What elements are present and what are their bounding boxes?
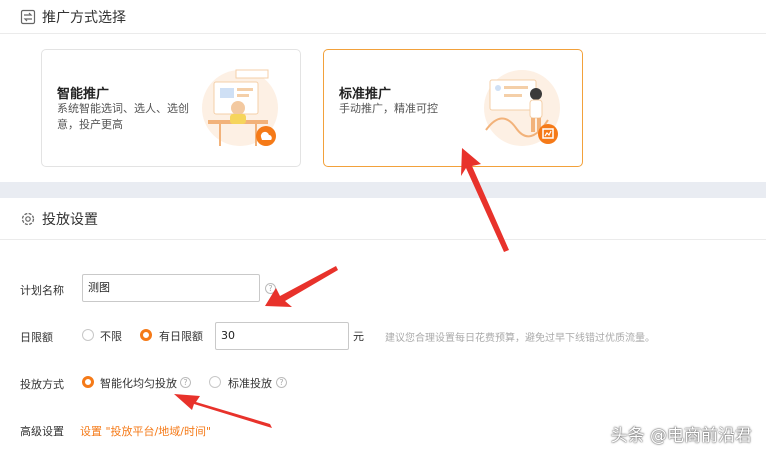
currency-unit: 元 [353, 330, 364, 343]
help-icon[interactable]: ? [180, 377, 191, 388]
help-icon[interactable]: ? [276, 377, 287, 388]
card-description: 系统智能选词、选人、选创意，投产更高 [57, 102, 189, 131]
radio-smart-even-label: 智能化均匀投放 [100, 377, 177, 390]
section-header-delivery-settings: 投放设置 [0, 198, 766, 240]
radio-daily-limit[interactable] [140, 329, 152, 341]
radio-standard-delivery-label: 标准投放 [228, 377, 272, 390]
daily-limit-input[interactable]: 30 [215, 322, 349, 350]
delivery-mode-label: 投放方式 [20, 378, 64, 391]
card-title: 智能推广 [57, 87, 110, 102]
standard-promotion-illustration [484, 70, 560, 146]
smart-promotion-illustration [202, 69, 278, 146]
smart-promotion-card[interactable]: 智能推广 系统智能选词、选人、选创意，投产更高 [41, 49, 301, 167]
plan-name-label: 计划名称 [20, 284, 64, 297]
section-divider [0, 182, 766, 198]
form-row-delivery-mode: 投放方式 智能化均匀投放 ? 标准投放 ? [0, 373, 766, 393]
plan-name-input[interactable]: 测图 [82, 274, 260, 302]
help-icon[interactable]: ? [265, 283, 276, 294]
radio-smart-even[interactable] [82, 376, 94, 388]
advanced-settings-label: 高级设置 [20, 425, 64, 438]
section-title: 推广方式选择 [42, 9, 126, 26]
budget-hint: 建议您合理设置每日花费预算，避免过早下线错过优质流量。 [385, 333, 655, 344]
form-row-daily-limit: 日限额 不限 有日限额 30 元 建议您合理设置每日花费预算，避免过早下线错过优… [0, 321, 766, 351]
watermark: 头条 @电商前沿君 [610, 426, 752, 446]
advanced-settings-link[interactable]: 设置 "投放平台/地域/时间" [80, 423, 211, 439]
radio-unlimited-label: 不限 [100, 330, 122, 343]
daily-limit-label: 日限额 [20, 331, 53, 344]
radio-standard-delivery[interactable] [209, 376, 221, 388]
radio-daily-limit-label: 有日限额 [159, 330, 203, 343]
standard-promotion-card[interactable]: 标准推广 手动推广，精准可控 [323, 49, 583, 167]
section-title: 投放设置 [42, 211, 98, 228]
gear-icon [21, 212, 35, 225]
section-header-promotion-mode: 推广方式选择 [0, 0, 766, 34]
form-row-plan-name: 计划名称 测图 ? [0, 274, 766, 304]
card-description: 手动推广，精准可控 [339, 102, 438, 115]
card-title: 标准推广 [339, 87, 392, 102]
promotion-switch-icon [20, 9, 36, 24]
radio-unlimited[interactable] [82, 329, 94, 341]
